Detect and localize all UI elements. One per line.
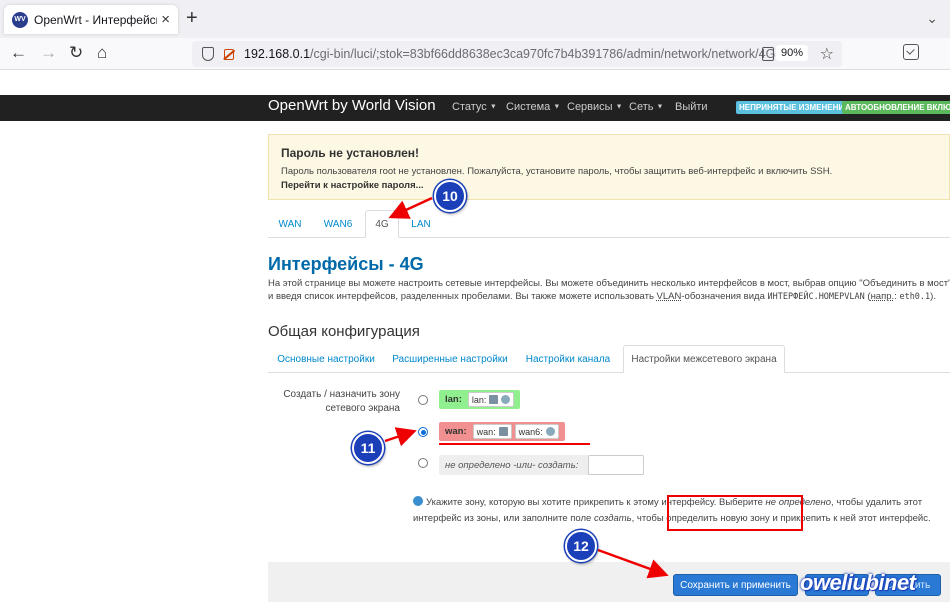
zone-create-option[interactable]: не определено -или- создать: (439, 455, 644, 475)
save-apply-button[interactable]: Сохранить и применить (673, 574, 798, 596)
auto-refresh-badge[interactable]: АВТООБНОВЛЕНИЕ ВКЛЮЧЕНО (842, 101, 950, 114)
wan6-interface-chip: wan6: (514, 424, 559, 439)
back-arrow-icon[interactable]: ← (10, 44, 27, 61)
tunnel-icon (545, 427, 555, 436)
brand-title[interactable]: OpenWrt by World Vision (268, 97, 436, 114)
browser-nav-bar: ← → ↻ ⌂ 192.168.0.1/cgi-bin/luci/;stok=8… (0, 38, 950, 70)
wan-interface-chip: wan: (472, 424, 512, 439)
pocket-icon[interactable] (903, 44, 919, 60)
alert-title: Пароль не установлен! (281, 146, 420, 160)
tab-channel-settings[interactable]: Настройки канала (520, 345, 616, 373)
info-icon (413, 496, 423, 506)
page-title: Интерфейсы - 4G (268, 254, 424, 274)
step-marker-12: 12 (565, 530, 597, 562)
tab-firewall-settings[interactable]: Настройки межсетевого экрана (623, 345, 785, 373)
tab-wan6[interactable]: WAN6 (316, 210, 360, 238)
favicon-icon: WV (12, 11, 28, 28)
caret-down-icon: ▼ (615, 103, 623, 111)
bookmark-star-icon[interactable]: ☆ (820, 44, 834, 64)
tab-title: OpenWrt - Интерфейсы - LuCI (34, 12, 158, 27)
caret-down-icon: ▼ (656, 103, 664, 111)
password-alert: Пароль не установлен! Пароль пользовател… (268, 134, 950, 200)
new-tab-icon[interactable]: + (186, 8, 198, 28)
insecure-lock-icon[interactable] (224, 48, 234, 60)
firewall-zone-label: Создать / назначить зону сетевого экрана (283, 389, 400, 414)
luci-header: OpenWrt by World Vision Статус ▼ Система… (0, 95, 950, 121)
ethernet-icon (498, 427, 508, 436)
tab-lan[interactable]: LAN (404, 210, 438, 238)
tab-4g[interactable]: 4G (365, 210, 399, 238)
url-host: 192.168.0.1 (244, 47, 311, 61)
home-icon[interactable]: ⌂ (97, 44, 107, 61)
interface-tabs: WAN WAN6 4G LAN (268, 210, 950, 238)
browser-tab-bar: WV OpenWrt - Интерфейсы - LuCI × + ⌄ (0, 0, 950, 38)
menu-logout[interactable]: Выйти (675, 101, 708, 113)
tab-advanced-settings[interactable]: Расширенные настройки (388, 345, 512, 373)
step-marker-11: 11 (352, 432, 384, 464)
page-content: OpenWrt by World Vision Статус ▼ Система… (0, 70, 950, 602)
step-marker-10: 10 (434, 180, 466, 212)
radio-zone-create[interactable] (418, 458, 428, 468)
ethernet-icon (489, 395, 499, 404)
reload-icon[interactable]: ↻ (69, 44, 83, 61)
tab-wan[interactable]: WAN (268, 210, 312, 238)
address-bar[interactable]: 192.168.0.1/cgi-bin/luci/;stok=83bf66dd8… (192, 41, 842, 67)
zone-wan-chip[interactable]: wan: wan: wan6: (439, 422, 565, 441)
close-tab-icon[interactable]: × (161, 12, 170, 27)
config-tabs: Основные настройки Расширенные настройки… (268, 345, 950, 373)
section-title: Общая конфигурация (268, 323, 420, 340)
caret-down-icon: ▼ (489, 103, 497, 111)
menu-services[interactable]: Сервисы ▼ (567, 101, 623, 113)
forward-arrow-icon[interactable]: → (40, 44, 57, 61)
page-description: На этой странице вы можете настроить сет… (268, 278, 950, 302)
new-zone-input[interactable] (588, 455, 644, 475)
tab-basic-settings[interactable]: Основные настройки (268, 345, 384, 373)
menu-network[interactable]: Сеть ▼ (629, 101, 663, 113)
zone-lan-chip[interactable]: lan: lan: (439, 390, 521, 409)
tracking-shield-icon[interactable] (202, 47, 214, 61)
radio-zone-lan[interactable] (418, 395, 428, 405)
radio-zone-wan[interactable] (418, 427, 428, 437)
watermark-logo: oweliubinet (800, 570, 916, 595)
wireless-icon (501, 395, 511, 404)
reader-view-icon[interactable] (762, 47, 774, 61)
zoom-level[interactable]: 90% (775, 45, 808, 61)
tab-list-chevron-icon[interactable]: ⌄ (926, 10, 938, 27)
annotation-underline (439, 443, 590, 445)
annotation-highlight-box (667, 495, 803, 531)
caret-down-icon: ▼ (553, 103, 561, 111)
set-password-link[interactable]: Перейти к настройке пароля... (281, 180, 937, 191)
menu-status[interactable]: Статус ▼ (452, 101, 497, 113)
alert-text: Пароль пользователя root не установлен. … (281, 166, 833, 177)
menu-system[interactable]: Система ▼ (506, 101, 560, 113)
browser-tab[interactable]: WV OpenWrt - Интерфейсы - LuCI × (4, 5, 178, 34)
url-path: /cgi-bin/luci/;stok=83bf66dd8638ec3ca970… (310, 47, 776, 61)
lan-interface-chip: lan: (467, 392, 515, 407)
